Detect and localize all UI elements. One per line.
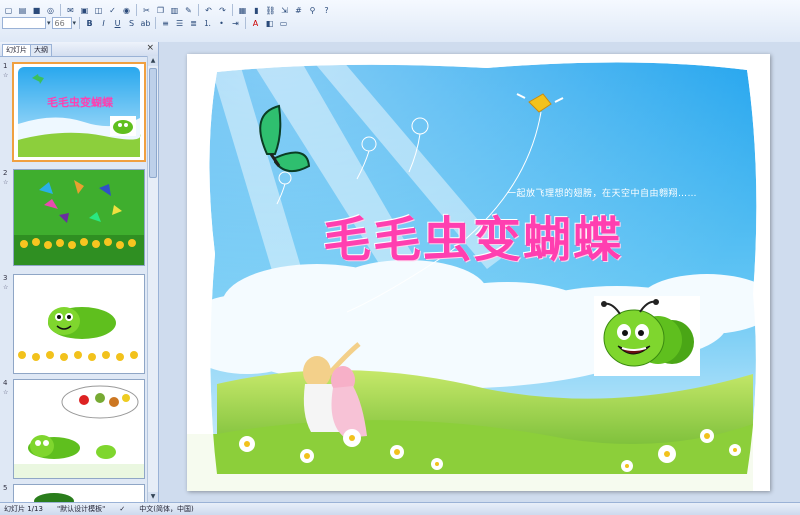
design-template: "默认设计模板": [56, 505, 106, 513]
numbering-icon[interactable]: ⒈: [201, 17, 214, 29]
pane-tabs: 幻灯片 大纲 ×: [0, 42, 158, 57]
slide-background: [187, 54, 770, 491]
separator: [245, 17, 247, 29]
font-size-dropdown-icon[interactable]: ▾: [73, 19, 77, 27]
bullets-icon[interactable]: •: [215, 17, 228, 29]
close-pane-icon[interactable]: ×: [146, 43, 154, 53]
animation-icon: ☆: [3, 72, 9, 79]
indent-icon[interactable]: ⇥: [229, 17, 242, 29]
font-name-dropdown-icon[interactable]: ▾: [47, 19, 51, 27]
help-icon[interactable]: ?: [320, 4, 333, 16]
slide-counter: 幻灯片 1/13: [4, 505, 43, 513]
slide-subtitle[interactable]: 一起放飞理想的翅膀，在天空中自由翱翔……: [507, 186, 747, 199]
font-name-box[interactable]: [2, 17, 46, 29]
language-indicator: 中文(简体，中国): [139, 505, 194, 513]
thumbnail-image: [13, 484, 145, 502]
font-color-icon[interactable]: A: [249, 17, 262, 29]
thumbnail-number: 5: [3, 484, 8, 492]
slides-pane: 幻灯片 大纲 × 1 ☆ 毛毛虫变蝴蝶 2 ☆ 3 ☆ 4 ☆ 5 ▲ ▼: [0, 42, 159, 502]
separator: [79, 17, 81, 29]
bold-icon[interactable]: B: [83, 17, 96, 29]
zoom-icon[interactable]: ⚲: [306, 4, 319, 16]
formatting-toolbar: ▾ 66 ▾ B I U S ab ≡ ☰ ≣ ⒈ • ⇥ A ◧ ▭: [2, 15, 290, 31]
toolbar: ▢ ▤ ■ ◎ ✉ ▣ ◫ ✓ ◉ ✂ ❐ ▥ ✎ ↶ ↷ ▦ ▮ ⛓ ⇲ # …: [0, 0, 800, 43]
center-icon[interactable]: ☰: [173, 17, 186, 29]
thumbnail-title: 毛毛虫变蝴蝶: [47, 95, 114, 109]
scroll-down-icon[interactable]: ▼: [148, 492, 158, 502]
slide-title[interactable]: 毛毛虫变蝴蝶: [323, 200, 623, 270]
grid-icon[interactable]: #: [292, 4, 305, 16]
tab-outline[interactable]: 大纲: [30, 44, 52, 56]
status-bar: 幻灯片 1/13 "默认设计模板" ✓ 中文(简体，中国): [0, 502, 800, 515]
current-slide[interactable]: 一起放飞理想的翅膀，在天空中自由翱翔…… 毛毛虫变蝴蝶: [187, 54, 770, 491]
thumbnail-image: [13, 169, 145, 266]
thumbnails-scrollbar[interactable]: ▲ ▼: [147, 56, 158, 502]
animation-icon: ☆: [3, 284, 9, 291]
slide-thumbnail-5[interactable]: 5: [0, 484, 146, 502]
tab-slides[interactable]: 幻灯片: [2, 44, 31, 56]
italic-icon[interactable]: I: [97, 17, 110, 29]
scroll-up-icon[interactable]: ▲: [148, 56, 158, 66]
animation-icon: ☆: [3, 389, 9, 396]
thumbnail-number: 2: [3, 169, 8, 177]
slide-thumbnail-2[interactable]: 2 ☆: [0, 169, 146, 267]
slide-thumbnail-1[interactable]: 1 ☆ 毛毛虫变蝴蝶: [0, 62, 146, 162]
align-right-icon[interactable]: ≣: [187, 17, 200, 29]
thumbnail-number: 1: [3, 62, 8, 70]
spell-check-icon[interactable]: ✓: [119, 505, 125, 513]
thumbnail-image: [13, 274, 145, 374]
animation-icon: ☆: [3, 179, 9, 186]
separator: [155, 17, 157, 29]
scroll-thumb[interactable]: [149, 68, 157, 178]
font-size-box[interactable]: 66: [51, 17, 72, 29]
design-icon[interactable]: ◧: [263, 17, 276, 29]
align-left-icon[interactable]: ≡: [159, 17, 172, 29]
thumbnail-image: 毛毛虫变蝴蝶: [12, 62, 146, 162]
thumbnail-image: [13, 379, 145, 479]
shadow-icon[interactable]: S: [125, 17, 138, 29]
slide-editor: 一起放飞理想的翅膀，在天空中自由翱翔…… 毛毛虫变蝴蝶: [159, 42, 800, 502]
slide-thumbnail-4[interactable]: 4 ☆: [0, 379, 146, 479]
thumbnail-number: 4: [3, 379, 8, 387]
new-slide-icon[interactable]: ▭: [277, 17, 290, 29]
slide-thumbnail-3[interactable]: 3 ☆: [0, 274, 146, 374]
caterpillar-image[interactable]: [594, 296, 700, 376]
underline-icon[interactable]: U: [111, 17, 124, 29]
thumbnail-number: 3: [3, 274, 8, 282]
strikethrough-icon[interactable]: ab: [139, 17, 152, 29]
